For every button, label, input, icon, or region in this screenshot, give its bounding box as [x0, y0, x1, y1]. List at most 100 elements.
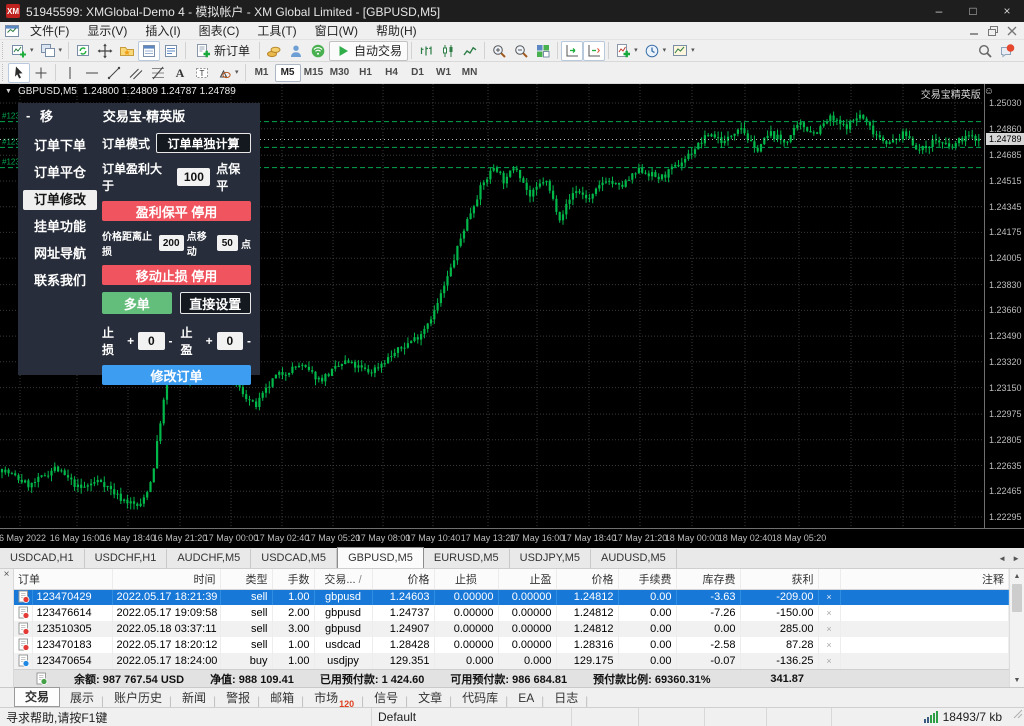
toolbox-close-button[interactable]: × [0, 569, 13, 581]
label-button[interactable]: T [191, 63, 213, 83]
orders-header-row[interactable]: 订单时间类型手数交易... /价格止损止盈价格手续费库存费获利注释 [14, 569, 1009, 589]
symbol-dropdown-icon[interactable]: ▼ [5, 88, 12, 95]
timeframe-h4-button[interactable]: H4 [379, 64, 405, 82]
chart-tab-audchf-m5[interactable]: AUDCHF,M5 [167, 549, 251, 568]
trendline-button[interactable] [103, 63, 125, 83]
move-crosshair-button[interactable] [94, 41, 116, 61]
line-chart-button[interactable] [459, 41, 481, 61]
timeframe-d1-button[interactable]: D1 [405, 64, 431, 82]
tab-scroll-left-button[interactable]: ◄ [998, 554, 1006, 563]
column-header[interactable]: 订单 [14, 569, 112, 589]
timeframe-mn-button[interactable]: MN [457, 64, 483, 82]
toolbox-tab-3[interactable]: 新闻| [172, 689, 216, 707]
tp-plus-button[interactable]: + [206, 334, 213, 348]
toolbox-tab-11[interactable]: 日志| [544, 689, 588, 707]
column-header[interactable]: 止损 [434, 569, 498, 589]
trailing-stop-toggle-button[interactable]: 移动止损 停用 [102, 265, 251, 285]
chart-tab-usdjpy-m5[interactable]: USDJPY,M5 [510, 549, 591, 568]
chart-tab-gbpusd-m5[interactable]: GBPUSD,M5 [337, 547, 424, 568]
chart-tab-usdchf-h1[interactable]: USDCHF,H1 [85, 549, 168, 568]
timeframe-w1-button[interactable]: W1 [431, 64, 457, 82]
toolbox-tab-1[interactable]: 展示| [60, 689, 104, 707]
toolbox-tab-9[interactable]: 代码库| [452, 689, 508, 707]
data-window-button[interactable] [160, 41, 182, 61]
menu-item[interactable]: 图表(C) [190, 22, 249, 40]
tile-windows-button[interactable] [532, 41, 554, 61]
column-header[interactable]: 库存费 [676, 569, 740, 589]
notification-button[interactable] [996, 41, 1018, 61]
timeframe-h1-button[interactable]: H1 [353, 64, 379, 82]
search-button[interactable] [974, 41, 996, 61]
close-position-button[interactable]: × [818, 589, 840, 605]
column-header[interactable]: 时间 [112, 569, 220, 589]
dropdown-arrow-icon[interactable]: ▾ [691, 47, 695, 55]
panel-menu-item[interactable]: 网址导航 [23, 244, 97, 264]
shapes-button[interactable]: ▾ [213, 63, 242, 83]
toolbar-grip[interactable] [2, 64, 6, 81]
panel-menu-item[interactable]: 订单平仓 [23, 163, 97, 183]
dropdown-arrow-icon[interactable]: ▾ [30, 47, 34, 55]
panel-menu-item[interactable]: 订单下单 [23, 136, 97, 156]
menu-item[interactable]: 帮助(H) [367, 22, 426, 40]
menu-item[interactable]: 文件(F) [21, 22, 78, 40]
toolbox-tab-8[interactable]: 文章| [408, 689, 452, 707]
sl-input[interactable]: 0 [138, 332, 164, 350]
modify-order-button[interactable]: 修改订单 [102, 365, 251, 385]
menu-item[interactable]: 窗口(W) [306, 22, 367, 40]
bar-chart-button[interactable] [415, 41, 437, 61]
vline-button[interactable] [59, 63, 81, 83]
channel-button[interactable] [125, 63, 147, 83]
order-row[interactable]: 1234704292022.05.17 18:21:39sell1.00gbpu… [14, 589, 1009, 605]
column-header[interactable]: 价格 [372, 569, 434, 589]
toolbox-tab-5[interactable]: 邮箱| [260, 689, 304, 707]
column-header[interactable]: 注释 [840, 569, 1009, 589]
close-position-button[interactable]: × [818, 605, 840, 621]
refresh-button[interactable] [72, 41, 94, 61]
toolbox-tab-4[interactable]: 警报| [216, 689, 260, 707]
status-profile[interactable]: Default [372, 708, 572, 726]
column-header[interactable]: 止盈 [498, 569, 556, 589]
column-header[interactable]: 手续费 [618, 569, 676, 589]
scroll-up-button[interactable]: ▲ [1010, 569, 1024, 583]
candle-chart-button[interactable] [437, 41, 459, 61]
orders-scrollbar[interactable]: ▲ ▼ [1009, 569, 1024, 687]
dropdown-arrow-icon[interactable]: ▾ [663, 47, 667, 55]
tp-minus-button[interactable]: - [247, 334, 251, 348]
favorites-button[interactable] [116, 41, 138, 61]
scroll-down-button[interactable]: ▼ [1010, 673, 1024, 687]
panel-menu-item[interactable]: 挂单功能 [23, 217, 97, 237]
zoom-out-button[interactable] [510, 41, 532, 61]
menu-item[interactable]: 显示(V) [78, 22, 136, 40]
window-maximize-button[interactable]: □ [956, 4, 990, 18]
periods-button[interactable]: ▾ [641, 41, 670, 61]
tab-scroll-right-button[interactable]: ► [1012, 554, 1020, 563]
column-header[interactable]: 获利 [740, 569, 818, 589]
column-header[interactable]: 交易... / [314, 569, 372, 589]
resize-grip[interactable] [1012, 708, 1024, 726]
chart-shift-button[interactable] [583, 41, 605, 61]
panel-menu-item[interactable]: 联系我们 [23, 271, 97, 291]
column-header[interactable]: 价格 [556, 569, 618, 589]
column-header[interactable]: 手数 [272, 569, 314, 589]
column-header[interactable]: 类型 [220, 569, 272, 589]
mdi-restore-button[interactable] [984, 24, 1001, 38]
new-order-button[interactable]: 新订单 [189, 41, 256, 61]
chart-tab-audusd-m5[interactable]: AUDUSD,M5 [591, 549, 677, 568]
dropdown-arrow-icon[interactable]: ▾ [235, 69, 239, 77]
crosshair-button[interactable] [30, 63, 52, 83]
dropdown-arrow-icon[interactable]: ▾ [59, 47, 63, 55]
sl-plus-button[interactable]: + [127, 334, 134, 348]
close-position-button[interactable]: × [818, 621, 840, 637]
column-header[interactable] [818, 569, 840, 589]
timeframe-m15-button[interactable]: M15 [301, 64, 327, 82]
scrollbar-thumb[interactable] [1012, 584, 1022, 612]
trail-step-input[interactable]: 50 [217, 235, 238, 251]
toolbox-tab-ea[interactable]: EA| [508, 689, 544, 707]
history-gold-button[interactable] [263, 41, 285, 61]
cursor-button[interactable] [8, 63, 30, 83]
order-row[interactable]: 1235103052022.05.18 03:37:11sell3.00gbpu… [14, 621, 1009, 637]
mdi-close-button[interactable] [1003, 24, 1020, 38]
menu-item[interactable]: 插入(I) [136, 22, 189, 40]
close-position-button[interactable]: × [818, 653, 840, 669]
autotrade-button[interactable]: 自动交易 [329, 41, 408, 61]
